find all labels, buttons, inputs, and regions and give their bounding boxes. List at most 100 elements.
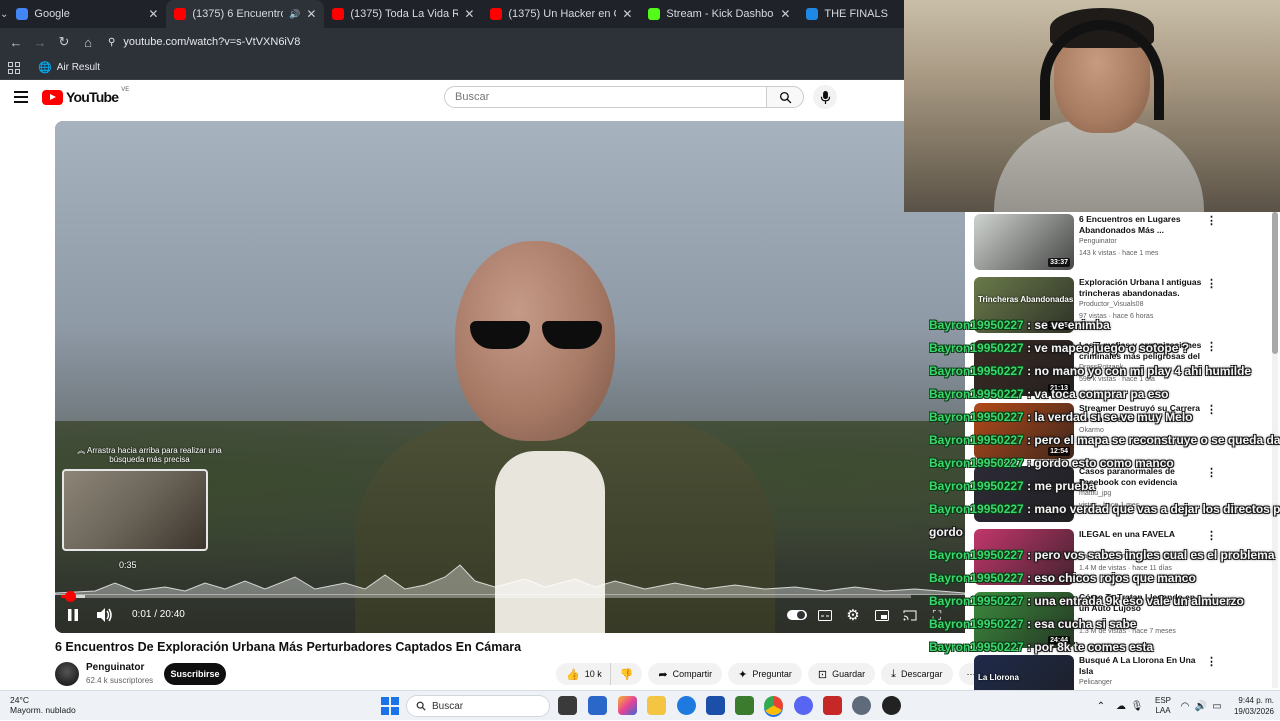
recommendation-channel[interactable]: Zazza el italiano <box>1079 553 1130 560</box>
channel-name[interactable]: Penguinator <box>86 662 144 673</box>
search-button[interactable] <box>766 86 804 108</box>
recommendation-title[interactable]: Las 7 mafias y organizaciones criminales… <box>1079 340 1204 362</box>
download-button[interactable]: ⤓ Descargar <box>881 663 953 685</box>
cast-button[interactable] <box>900 605 920 625</box>
site-info-icon[interactable]: ⚲ <box>108 37 115 48</box>
discord-icon[interactable] <box>794 696 813 715</box>
speaker-icon[interactable]: 🔊 <box>1193 701 1209 712</box>
task-view-icon[interactable] <box>558 696 577 715</box>
chevron-up-icon[interactable]: ⌃ <box>1093 701 1109 712</box>
system-clock[interactable]: 9:44 p. m. 19/03/2026 <box>1224 695 1274 717</box>
recommendation-channel[interactable]: Pelicanger <box>1079 679 1112 686</box>
file-explorer-icon[interactable] <box>647 696 666 715</box>
channel-avatar[interactable] <box>55 662 79 686</box>
more-vertical-icon[interactable]: ⋮ <box>1206 277 1217 290</box>
video-player[interactable]: ︽ Arrastra hacia arriba para realizar un… <box>55 121 965 633</box>
recommendation-thumbnail[interactable]: 12:54 <box>974 403 1074 459</box>
copilot-icon[interactable] <box>618 696 637 715</box>
progress-bar[interactable] <box>61 591 911 602</box>
youtube-logo[interactable]: YouTube VE <box>42 87 129 105</box>
recommendation-item[interactable]: Casos paranormales de Facebook con evide… <box>974 464 1272 526</box>
tab-search-chevron-icon[interactable]: ⌄ <box>0 0 8 28</box>
minecraft-icon[interactable] <box>735 696 754 715</box>
pause-button[interactable] <box>63 605 83 625</box>
close-tab-icon[interactable]: ✕ <box>780 7 790 21</box>
url-field[interactable]: ⚲ youtube.com/watch?v=s-VtVXN6iV8 <box>108 36 300 48</box>
volume-button[interactable] <box>95 605 115 625</box>
recommendation-title[interactable]: Cómo Te Tratan Llegando en un Auto Lujos… <box>1079 592 1204 613</box>
more-vertical-icon[interactable]: ⋮ <box>1206 466 1217 479</box>
settings-button[interactable]: ⚙ <box>843 605 863 625</box>
recommendation-thumbnail[interactable]: 21:13 <box>974 340 1074 396</box>
forward-button[interactable]: → <box>28 35 52 50</box>
recommendation-item[interactable]: La Llorona Busqué A La Llorona En Una Isl… <box>974 653 1272 690</box>
microsoft-store-icon[interactable] <box>706 696 725 715</box>
more-vertical-icon[interactable]: ⋮ <box>1206 655 1217 668</box>
theater-mode-button[interactable] <box>872 605 892 625</box>
browser-tab[interactable]: Google ✕ <box>8 0 166 28</box>
recommendation-channel[interactable]: mattiu_jpg <box>1079 490 1111 497</box>
bookmark-air-result[interactable]: 🌐 Air Result <box>38 61 100 74</box>
reload-button[interactable]: ↻ <box>52 34 76 50</box>
browser-tab[interactable]: (1375) 6 Encuentros De Exp 🔊 ✕ <box>166 0 325 28</box>
recommendation-thumbnail[interactable]: La Llorona <box>974 655 1074 690</box>
browser-tab[interactable]: (1375) Un Hacker en Capital 10 ✕ <box>482 0 640 28</box>
dislike-button[interactable]: 👎 <box>609 663 643 685</box>
recommendation-item[interactable]: 24:44 Cómo Te Tratan Llegando en un Auto … <box>974 590 1272 652</box>
recommendation-title[interactable]: ILEGAL en una FAVELA <box>1079 529 1204 540</box>
close-tab-icon[interactable]: ✕ <box>306 7 316 21</box>
save-button[interactable]: ⊡ Guardar <box>807 663 876 685</box>
edge-icon[interactable] <box>677 696 696 715</box>
share-button[interactable]: ➦ Compartir <box>648 663 723 685</box>
close-tab-icon[interactable]: ✕ <box>148 7 158 21</box>
recommendation-title[interactable]: Busqué A La Llorona En Una Isla <box>1079 655 1204 676</box>
more-vertical-icon[interactable]: ⋮ <box>1206 340 1217 353</box>
sidebar-scrollbar[interactable] <box>1272 212 1278 688</box>
browser-tab[interactable]: (1375) Toda La Vida Remix-Anc ✕ <box>324 0 482 28</box>
language-indicator[interactable]: ESP LAA <box>1155 696 1171 717</box>
network-icon[interactable]: ☁ <box>1113 701 1129 712</box>
recommendation-channel[interactable]: DrossRotzank <box>1079 364 1123 371</box>
recommendation-channel[interactable]: Productor_Visuals08 <box>1079 301 1143 308</box>
more-vertical-icon[interactable]: ⋮ <box>1206 529 1217 542</box>
autoplay-toggle[interactable] <box>785 605 809 625</box>
search-input[interactable] <box>444 86 767 108</box>
recommendation-thumbnail[interactable]: 33:37 <box>974 214 1074 270</box>
recommendation-title[interactable]: Streamer Destruyó su Carrera en Un Direc… <box>1079 403 1204 424</box>
recommendation-item[interactable]: 12:54 Streamer Destruyó su Carrera en Un … <box>974 401 1272 463</box>
ask-button[interactable]: ✦ Preguntar <box>728 663 802 685</box>
outlook-icon[interactable] <box>588 696 607 715</box>
browser-tab[interactable]: Stream - Kick Dashboard ✕ <box>640 0 798 28</box>
acrobat-icon[interactable] <box>823 696 842 715</box>
voice-search-button[interactable] <box>813 85 837 109</box>
obs-icon[interactable] <box>882 696 901 715</box>
windows-start-icon[interactable] <box>381 697 399 715</box>
recommendation-channel[interactable]: Okarmo <box>1079 427 1104 434</box>
recommendation-title[interactable]: Exploración Urbana I antiguas trincheras… <box>1079 277 1204 298</box>
taskbar-search[interactable]: Buscar <box>406 695 550 717</box>
recommendation-item[interactable]: 21:13 Las 7 mafias y organizaciones crimi… <box>974 338 1272 400</box>
more-vertical-icon[interactable]: ⋮ <box>1206 403 1217 416</box>
home-button[interactable]: ⌂ <box>76 35 100 50</box>
close-tab-icon[interactable]: ✕ <box>622 7 632 21</box>
subtitles-button[interactable] <box>815 605 835 625</box>
recommendation-item[interactable]: 33:37 6 Encuentros en Lugares Abandonados… <box>974 212 1272 274</box>
recommendation-item[interactable]: Trincheras Abandonadas 14:35 Exploración U… <box>974 275 1272 337</box>
wifi-icon[interactable]: ◠ <box>1177 701 1193 712</box>
like-button[interactable]: 👍 10 k <box>556 663 610 685</box>
recommendation-channel[interactable]: Penguinator <box>1079 238 1117 245</box>
recommendation-thumbnail[interactable]: 24:44 <box>974 592 1074 648</box>
recommendation-title[interactable]: Casos paranormales de Facebook con evide… <box>1079 466 1204 487</box>
microphone-tray-icon[interactable]: 🎙 <box>1129 701 1145 712</box>
scrollbar-thumb[interactable] <box>1272 212 1278 354</box>
more-vertical-icon[interactable]: ⋮ <box>1206 592 1217 605</box>
recommendation-title[interactable]: 6 Encuentros en Lugares Abandonados Más … <box>1079 214 1204 235</box>
chrome-icon[interactable] <box>764 696 783 715</box>
battery-icon[interactable]: ▭ <box>1209 701 1225 712</box>
settings-app-icon[interactable] <box>852 696 871 715</box>
weather-widget[interactable]: 24°C Mayorm. nublado <box>10 695 76 715</box>
recommendation-thumbnail[interactable] <box>974 466 1074 522</box>
recommendation-thumbnail[interactable]: Trincheras Abandonadas 14:35 <box>974 277 1074 333</box>
menu-hamburger-icon[interactable] <box>14 91 28 103</box>
recommendation-thumbnail[interactable] <box>974 529 1074 585</box>
